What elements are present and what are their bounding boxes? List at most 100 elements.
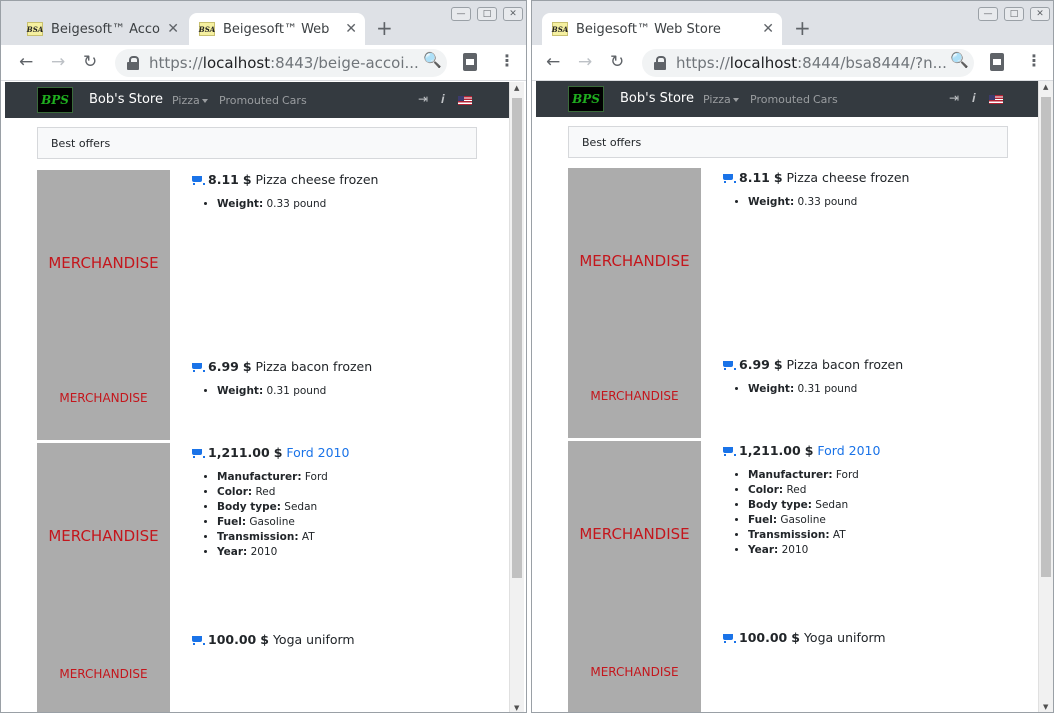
nav-promouted[interactable]: Promouted bbox=[750, 93, 810, 106]
store-brand[interactable]: Bob's Store bbox=[620, 91, 694, 106]
close-tab-icon[interactable]: ✕ bbox=[345, 21, 357, 37]
item-link[interactable]: Ford 2010 bbox=[817, 443, 880, 458]
tab-accounting[interactable]: BSA Beigesoft™ Acco ✕ bbox=[17, 13, 187, 45]
nav-promouted[interactable]: Promouted bbox=[219, 94, 279, 107]
spec-fuel: Fuel: Gasoline bbox=[217, 515, 490, 530]
price-line: 100.00 $ Yoga uniform bbox=[190, 632, 490, 647]
merchandise-image[interactable]: MERCHANDISE bbox=[37, 443, 170, 629]
store-logo[interactable]: BPS bbox=[37, 87, 73, 113]
scrollbar-thumb[interactable] bbox=[512, 98, 522, 578]
close-window-button[interactable]: ✕ bbox=[1030, 7, 1050, 21]
merchandise-image[interactable]: MERCHANDISE bbox=[37, 356, 170, 440]
scroll-up-icon[interactable]: ▲ bbox=[514, 84, 519, 92]
cart-icon[interactable] bbox=[721, 359, 736, 371]
merchandise-image[interactable]: MERCHANDISE bbox=[568, 627, 701, 712]
cart-icon[interactable] bbox=[190, 634, 205, 646]
close-tab-icon[interactable]: ✕ bbox=[762, 21, 774, 37]
merchandise-image[interactable]: MERCHANDISE bbox=[37, 629, 170, 712]
item-link[interactable]: Ford 2010 bbox=[286, 445, 349, 460]
spec-color: Color: Red bbox=[217, 485, 490, 500]
nav-pizza-dropdown[interactable]: Pizza bbox=[703, 93, 739, 106]
cart-icon[interactable] bbox=[721, 445, 736, 457]
clipboard-extension-icon[interactable] bbox=[463, 53, 477, 71]
nav-cars[interactable]: Cars bbox=[813, 93, 838, 106]
vertical-scrollbar[interactable]: ▲ ▼ bbox=[509, 82, 524, 712]
reload-icon[interactable]: ↻ bbox=[83, 52, 97, 72]
tab-web-store[interactable]: BSA Beigesoft™ Web Store ✕ bbox=[542, 13, 782, 45]
new-tab-button[interactable]: + bbox=[794, 17, 811, 39]
us-flag-icon[interactable] bbox=[989, 95, 1003, 104]
nav-pizza-dropdown[interactable]: Pizza bbox=[172, 94, 208, 107]
reload-icon[interactable]: ↻ bbox=[610, 52, 624, 72]
close-window-button[interactable]: ✕ bbox=[503, 7, 523, 21]
scroll-down-icon[interactable]: ▼ bbox=[514, 704, 519, 712]
spec-weight: Weight: 0.33 pound bbox=[217, 197, 490, 212]
spec-weight: Weight: 0.31 pound bbox=[217, 384, 490, 399]
item-specs: Weight: 0.31 pound bbox=[721, 382, 1021, 397]
cart-icon[interactable] bbox=[190, 174, 205, 186]
list-item: 6.99 $ Pizza bacon frozen Weight: 0.31 p… bbox=[721, 357, 1021, 397]
scroll-down-icon[interactable]: ▼ bbox=[1043, 703, 1048, 711]
info-icon[interactable]: 𝒊 bbox=[441, 92, 444, 107]
info-icon[interactable]: 𝒊 bbox=[972, 91, 975, 106]
maximize-window-button[interactable]: □ bbox=[477, 7, 497, 21]
forward-icon[interactable]: → bbox=[51, 52, 65, 72]
minimize-window-button[interactable]: — bbox=[978, 7, 998, 21]
nav-pizza-label: Pizza bbox=[703, 93, 731, 106]
store-brand[interactable]: Bob's Store bbox=[89, 92, 163, 107]
cart-icon[interactable] bbox=[721, 632, 736, 644]
spec-body-type: Body type: Sedan bbox=[217, 500, 490, 515]
currency: $ bbox=[242, 359, 252, 374]
tab-title: Beigesoft™ Web bbox=[223, 21, 330, 37]
merchandise-image[interactable]: MERCHANDISE bbox=[568, 168, 701, 354]
scrollbar-thumb[interactable] bbox=[1041, 97, 1051, 577]
item-price: 6.99 bbox=[739, 357, 770, 372]
item-price: 8.11 bbox=[739, 170, 770, 185]
page-viewport: BPS Bob's Store Pizza Promouted Cars ⇥ 𝒊… bbox=[536, 81, 1040, 712]
close-tab-icon[interactable]: ✕ bbox=[167, 21, 179, 37]
price-line: 8.11 $ Pizza cheese frozen bbox=[721, 170, 1021, 185]
browser-menu-icon[interactable]: ⋮ bbox=[499, 51, 515, 71]
vertical-scrollbar[interactable]: ▲ ▼ bbox=[1038, 81, 1053, 712]
new-tab-button[interactable]: + bbox=[376, 17, 393, 39]
item-specs: Weight: 0.31 pound bbox=[190, 384, 490, 399]
caret-down-icon bbox=[201, 99, 208, 103]
store-logo[interactable]: BPS bbox=[568, 86, 604, 112]
currency: $ bbox=[260, 632, 269, 647]
minimize-window-button[interactable]: — bbox=[451, 7, 471, 21]
back-icon[interactable]: ← bbox=[19, 52, 33, 72]
back-icon[interactable]: ← bbox=[546, 52, 560, 72]
browser-toolbar: ← → ↻ https://localhost:8444/bsa8444/?n.… bbox=[532, 45, 1053, 81]
forward-icon[interactable]: → bbox=[578, 52, 592, 72]
spec-transmission: Transmission: AT bbox=[748, 528, 1021, 543]
price-line: 1,211.00 $ Ford 2010 bbox=[721, 443, 1021, 458]
spec-weight: Weight: 0.33 pound bbox=[748, 195, 1021, 210]
item-price: 1,211.00 bbox=[739, 443, 801, 458]
cart-icon[interactable] bbox=[190, 447, 205, 459]
us-flag-icon[interactable] bbox=[458, 96, 472, 105]
best-offers-panel: Best offers bbox=[37, 127, 477, 159]
spec-manufacturer: Manufacturer: Ford bbox=[748, 468, 1021, 483]
login-icon[interactable]: ⇥ bbox=[949, 91, 959, 105]
nav-cars[interactable]: Cars bbox=[282, 94, 307, 107]
url-scheme: https:// bbox=[149, 54, 203, 72]
login-icon[interactable]: ⇥ bbox=[418, 92, 428, 106]
item-name: Yoga uniform bbox=[272, 632, 355, 647]
cart-icon[interactable] bbox=[721, 172, 736, 184]
zoom-icon[interactable]: 🔍 bbox=[950, 51, 969, 69]
clipboard-extension-icon[interactable] bbox=[990, 53, 1004, 71]
scroll-up-icon[interactable]: ▲ bbox=[1043, 83, 1048, 91]
item-specs: Weight: 0.33 pound bbox=[190, 197, 490, 212]
item-name: Pizza cheese frozen bbox=[255, 172, 379, 187]
zoom-icon[interactable]: 🔍 bbox=[423, 51, 442, 69]
browser-menu-icon[interactable]: ⋮ bbox=[1026, 51, 1042, 71]
merchandise-image[interactable]: MERCHANDISE bbox=[37, 170, 170, 356]
cart-icon[interactable] bbox=[190, 361, 205, 373]
url-host: localhost bbox=[729, 54, 798, 72]
tab-web-store[interactable]: BSA Beigesoft™ Web ✕ bbox=[189, 13, 365, 45]
merchandise-image[interactable]: MERCHANDISE bbox=[568, 354, 701, 438]
address-bar[interactable]: https://localhost:8443/beige-accoi... bbox=[115, 49, 447, 77]
address-bar[interactable]: https://localhost:8444/bsa8444/?n... bbox=[642, 49, 974, 77]
merchandise-image[interactable]: MERCHANDISE bbox=[568, 441, 701, 627]
maximize-window-button[interactable]: □ bbox=[1004, 7, 1024, 21]
